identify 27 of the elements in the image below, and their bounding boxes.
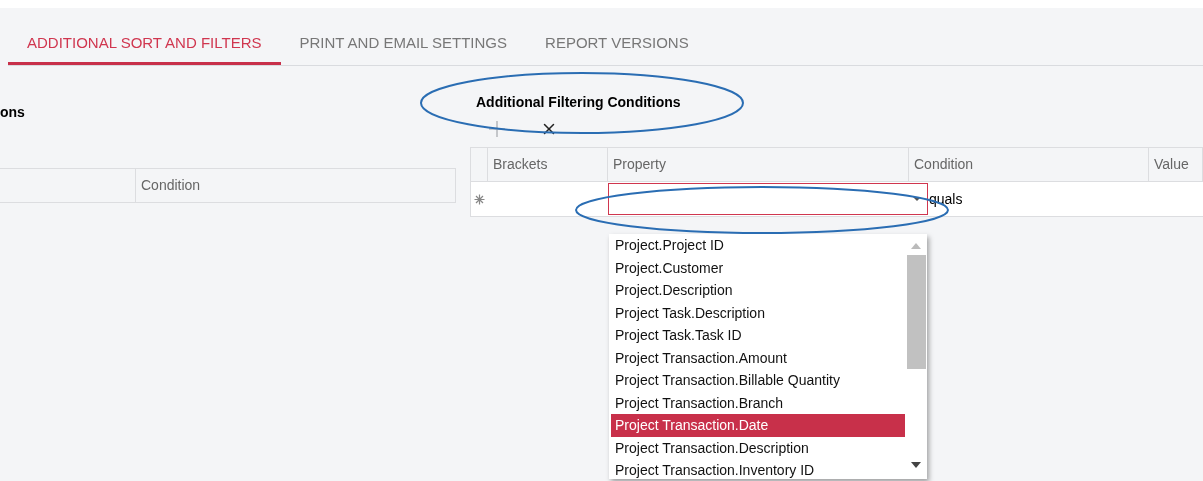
caret-icon xyxy=(913,197,921,201)
dropdown-option[interactable]: Project Transaction.Description xyxy=(611,436,905,459)
down-arrow-icon xyxy=(911,462,921,468)
dropdown-option[interactable]: Project Transaction.Date xyxy=(611,414,905,437)
tab[interactable]: REPORT VERSIONS xyxy=(526,24,708,65)
dropdown-option[interactable]: Project.Description xyxy=(611,279,905,302)
dropdown-option[interactable]: Project.Project ID xyxy=(611,234,905,257)
tab[interactable]: ADDITIONAL SORT AND FILTERS xyxy=(8,24,281,65)
property-dropdown[interactable] xyxy=(608,183,928,215)
section-title: Additional Filtering Conditions xyxy=(476,93,682,112)
asterisk-icon xyxy=(474,193,485,205)
up-arrow-icon xyxy=(911,243,921,249)
column-header: Brackets xyxy=(492,155,549,174)
dropdown-option[interactable]: Project Transaction.Billable Quantity xyxy=(611,369,905,392)
dropdown-option[interactable]: Project Transaction.Inventory ID xyxy=(611,459,905,479)
column-header: Condition xyxy=(913,155,975,174)
dropdown-option[interactable]: Project Transaction.Amount xyxy=(611,346,905,369)
dropdown-option[interactable]: Project Transaction.Branch xyxy=(611,391,905,414)
column-header: Condition xyxy=(140,176,202,195)
dropdown-option[interactable]: Project.Customer xyxy=(611,256,905,279)
dropdown-option[interactable]: Project Task.Description xyxy=(611,301,905,324)
scrollbar[interactable] xyxy=(905,234,927,479)
column-header: Value xyxy=(1153,155,1190,174)
tab[interactable]: PRINT AND EMAIL SETTINGS xyxy=(280,24,527,65)
column-header: Property xyxy=(612,155,667,174)
dropdown-option[interactable]: Project Task.Task ID xyxy=(611,324,905,347)
section-title: ons xyxy=(0,103,26,122)
